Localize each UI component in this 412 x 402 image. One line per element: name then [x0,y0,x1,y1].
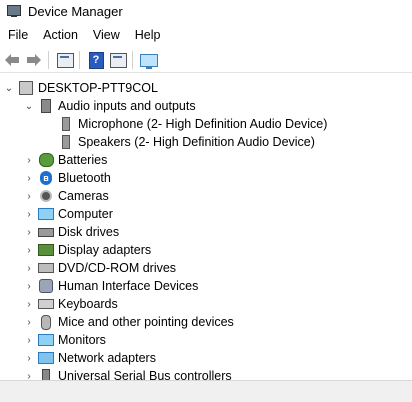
chevron-right-icon[interactable]: › [24,334,34,346]
status-bar [0,380,412,402]
menu-bar: File Action View Help [0,25,168,45]
scan-monitor-icon [140,53,158,69]
tree-item-keyboards[interactable]: › Keyboards [24,295,118,313]
network-adapter-icon [38,350,54,366]
chevron-right-icon[interactable]: › [24,190,34,202]
tree-item-mice[interactable]: › Mice and other pointing devices [24,313,234,331]
properties-icon [56,52,74,68]
tree-item-label: Audio inputs and outputs [58,99,196,113]
tree-root-label: DESKTOP-PTT9COL [38,81,158,95]
tree-item-label: Mice and other pointing devices [58,315,234,329]
tree-item-monitors[interactable]: › Monitors [24,331,106,349]
chevron-right-icon[interactable]: › [24,262,34,274]
tree-item-label: Bluetooth [58,171,111,185]
menu-help[interactable]: Help [127,28,168,42]
speaker-icon [38,98,54,114]
toolbar-separator [48,51,49,69]
mouse-icon [38,314,54,330]
tree-item-cameras[interactable]: › Cameras [24,187,109,205]
tree-item-disk-drives[interactable]: › Disk drives [24,223,119,241]
back-button[interactable] [2,50,22,70]
audio-device-icon [58,116,74,132]
properties-button[interactable] [55,50,75,70]
tree-root[interactable]: ⌄ DESKTOP-PTT9COL [4,79,158,97]
device-manager-icon [7,4,21,18]
camera-icon [38,188,54,204]
help-icon: ? [88,51,104,69]
title-bar: Device Manager [0,0,412,22]
forward-button[interactable] [24,50,44,70]
tree-item-label: Monitors [58,333,106,347]
tree-item-dvd-drives[interactable]: › DVD/CD-ROM drives [24,259,176,277]
tree-item-label: Speakers (2- High Definition Audio Devic… [78,135,315,149]
toolbar-separator [79,51,80,69]
menu-view[interactable]: View [85,28,127,42]
tree-item-label: Network adapters [58,351,156,365]
chevron-right-icon[interactable]: › [24,352,34,364]
monitor-icon [38,332,54,348]
tree-item-display-adapters[interactable]: › Display adapters [24,241,151,259]
forward-arrow-icon [27,54,41,66]
monitor-icon [38,206,54,222]
window-title: Device Manager [28,3,123,19]
menu-action[interactable]: Action [35,28,85,42]
back-arrow-icon [5,54,19,66]
chevron-down-icon[interactable]: ⌄ [4,82,14,94]
keyboard-icon [38,296,54,312]
scan-hardware-button[interactable] [139,50,159,70]
bluetooth-icon: ʙ [38,170,54,186]
menu-file[interactable]: File [0,28,35,42]
help-button[interactable]: ? [86,50,106,70]
battery-icon [38,152,54,168]
tree-item-speakers[interactable]: Speakers (2- High Definition Audio Devic… [54,133,315,151]
tree-item-label: Keyboards [58,297,118,311]
display-adapter-icon [38,242,54,258]
chevron-right-icon[interactable]: › [24,226,34,238]
chevron-right-icon[interactable]: › [24,316,34,328]
tree-item-label: Cameras [58,189,109,203]
tree-item-microphone[interactable]: Microphone (2- High Definition Audio Dev… [54,115,327,133]
tree-item-audio[interactable]: ⌄ Audio inputs and outputs [24,97,196,115]
chevron-right-icon[interactable]: › [24,154,34,166]
tree-item-hid[interactable]: › Human Interface Devices [24,277,198,295]
tree-item-label: Microphone (2- High Definition Audio Dev… [78,117,328,131]
tree-item-label: Computer [58,207,113,221]
chevron-right-icon[interactable]: › [24,172,34,184]
disk-drive-icon [38,224,54,240]
chevron-right-icon[interactable]: › [24,244,34,256]
toolbar-separator [132,51,133,69]
chevron-right-icon[interactable]: › [24,208,34,220]
toolbar: ? [0,48,412,73]
tree-item-computer[interactable]: › Computer [24,205,113,223]
tree-item-label: Batteries [58,153,108,167]
hid-icon [38,278,54,294]
tree-item-label: Disk drives [58,225,120,239]
update-driver-button[interactable] [108,50,128,70]
computer-icon [18,80,34,96]
tree-item-network-adapters[interactable]: › Network adapters [24,349,156,367]
chevron-right-icon[interactable]: › [24,298,34,310]
tree-item-label: DVD/CD-ROM drives [58,261,177,275]
tree-item-label: Human Interface Devices [58,279,199,293]
chevron-down-icon[interactable]: ⌄ [24,100,34,112]
driver-icon [109,52,127,68]
tree-item-bluetooth[interactable]: › ʙ Bluetooth [24,169,111,187]
audio-device-icon [58,134,74,150]
dvd-drive-icon [38,260,54,276]
tree-item-batteries[interactable]: › Batteries [24,151,107,169]
tree-item-label: Display adapters [58,243,152,257]
chevron-right-icon[interactable]: › [24,280,34,292]
